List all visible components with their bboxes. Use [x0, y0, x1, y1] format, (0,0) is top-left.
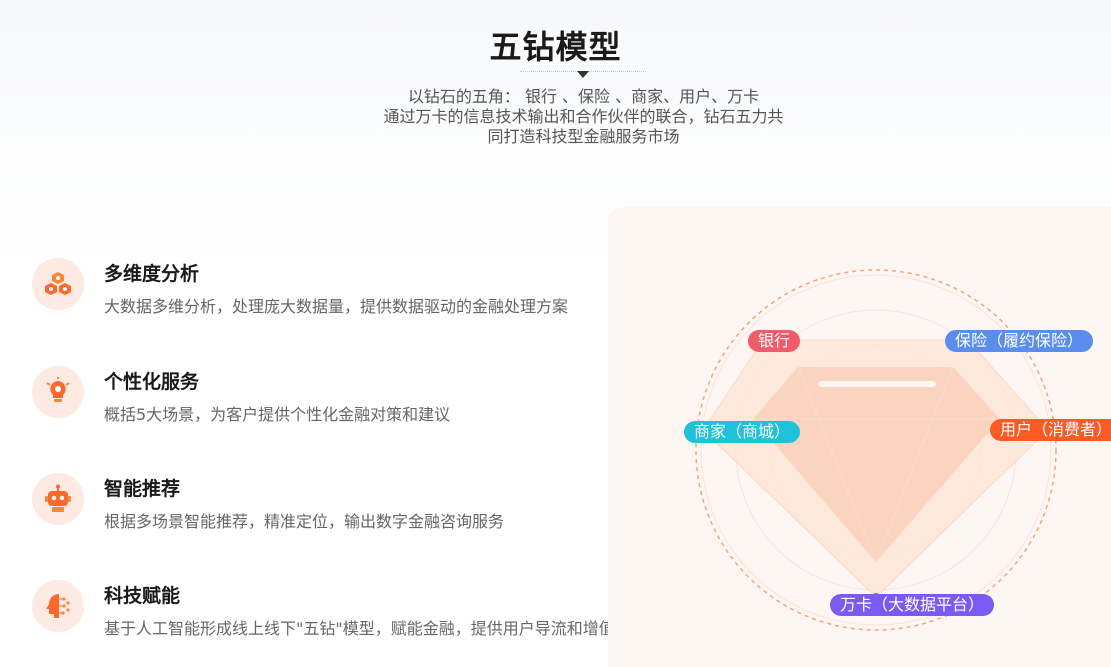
page-title: 五钻模型 — [489, 28, 622, 66]
feature-title: 多维度分析 — [104, 263, 200, 285]
feature-desc: 大数据多维分析，处理庞大数据量，提供数据驱动的金融处理方案 — [104, 297, 569, 316]
tag-insurance: 保险（履约保险） — [945, 330, 1094, 352]
feature-desc: 基于人工智能形成线上线下"五钻"模型，赋能金融，提供用户导流和增值 — [104, 619, 615, 638]
ai-head-icon — [32, 580, 84, 632]
tag-bank: 银行 — [748, 330, 801, 352]
cubes-icon — [32, 258, 84, 310]
feature-title: 智能推荐 — [104, 478, 181, 500]
tag-user: 用户（消费者） — [990, 419, 1111, 441]
feature-item-personalized: 个性化服务 概括5大场景，为客户提供个性化金融对策和建议 — [32, 363, 652, 433]
tag-merchant: 商家（商城） — [684, 421, 801, 443]
caret-down-icon — [577, 71, 589, 78]
robot-icon — [32, 473, 84, 525]
feature-desc: 概括5大场景，为客户提供个性化金融对策和建议 — [104, 405, 451, 424]
feature-item-smart-recommend: 智能推荐 根据多场景智能推荐，精准定位，输出数字金融咨询服务 — [32, 470, 652, 540]
feature-title: 个性化服务 — [104, 371, 200, 393]
page-subtitle: 以钻石的五角： 银行 、保险 、商家、用户、万卡 通过万卡的信息技术输出和合作伙… — [0, 87, 1111, 147]
feature-item-multi-dimension: 多维度分析 大数据多维分析，处理庞大数据量，提供数据驱动的金融处理方案 — [32, 255, 652, 325]
page: 五钻模型 以钻石的五角： 银行 、保险 、商家、用户、万卡 通过万卡的信息技术输… — [0, 0, 1111, 667]
feature-desc: 根据多场景智能推荐，精准定位，输出数字金融咨询服务 — [104, 512, 505, 531]
tag-wanka: 万卡（大数据平台） — [830, 594, 995, 616]
five-diamond-diagram: 银行 保险（履约保险） 商家（商城） 用户（消费者） 万卡（大数据平台） — [608, 207, 1111, 667]
feature-title: 科技赋能 — [104, 585, 181, 607]
lightbulb-gear-icon — [32, 366, 84, 418]
subtitle-line: 以钻石的五角： 银行 、保险 、商家、用户、万卡 — [407, 87, 760, 106]
feature-item-tech-empower: 科技赋能 基于人工智能形成线上线下"五钻"模型，赋能金融，提供用户导流和增值 — [32, 577, 652, 647]
subtitle-line: 通过万卡的信息技术输出和合作伙伴的联合，钻石五力共 — [383, 107, 784, 126]
subtitle-line: 同打造科技型金融服务市场 — [487, 127, 680, 146]
header: 五钻模型 以钻石的五角： 银行 、保险 、商家、用户、万卡 通过万卡的信息技术输… — [0, 0, 1111, 190]
